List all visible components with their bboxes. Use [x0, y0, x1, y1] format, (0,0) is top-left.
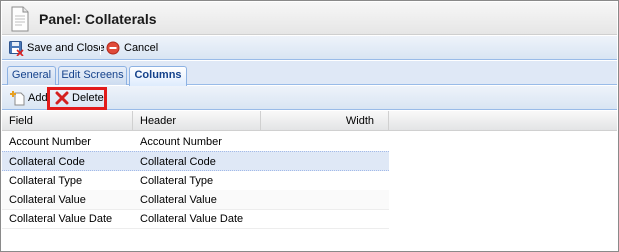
main-toolbar: Save and Close Cancel [2, 36, 617, 60]
cancel-button[interactable]: Cancel [106, 40, 158, 56]
column-header-field[interactable]: Field [2, 111, 133, 131]
document-icon [11, 6, 29, 32]
panel-window: Panel: Collaterals Save and Close Cancel… [0, 0, 619, 252]
save-and-close-label: Save and Close [27, 42, 105, 54]
table-row[interactable]: Account Number Account Number [2, 132, 389, 152]
tab-general[interactable]: General [7, 66, 56, 85]
column-header-width[interactable]: Width [261, 111, 389, 131]
table-row[interactable]: Collateral Value Date Collateral Value D… [2, 209, 389, 229]
tab-edit-screens[interactable]: Edit Screens [58, 66, 127, 85]
table-row[interactable]: Collateral Value Collateral Value [2, 190, 389, 210]
toolbar-separator [100, 41, 101, 55]
column-header-header[interactable]: Header [133, 111, 261, 131]
add-label: Add [28, 92, 48, 104]
cell-field: Collateral Value Date [9, 213, 113, 225]
tab-columns[interactable]: Columns [129, 66, 187, 86]
cell-width [261, 152, 268, 172]
cancel-label: Cancel [124, 42, 159, 54]
cancel-icon [106, 41, 120, 55]
grid-toolbar: Add Delete [2, 86, 617, 110]
cell-header: Collateral Code [140, 156, 216, 168]
cell-field: Account Number [9, 136, 91, 148]
add-button[interactable]: Add [10, 90, 48, 106]
cell-field: Collateral Type [9, 175, 83, 187]
delete-highlight-annotation [47, 87, 107, 110]
title-bar: Panel: Collaterals [2, 2, 617, 35]
columns-grid: Field Header Width Account Number Accoun… [2, 111, 617, 251]
cell-header: Collateral Value Date [140, 213, 244, 225]
page-title: Panel: Collaterals [39, 11, 157, 27]
cell-width [261, 190, 268, 210]
cell-width [261, 132, 268, 152]
cell-field: Collateral Value [9, 194, 86, 206]
cell-width [261, 209, 268, 229]
grid-header: Field Header Width [2, 111, 617, 131]
cell-header: Account Number [140, 136, 222, 148]
cell-field: Collateral Code [9, 156, 85, 168]
cell-header: Collateral Type [140, 175, 214, 187]
table-row[interactable]: Collateral Code Collateral Code [2, 151, 389, 171]
cell-width [261, 171, 268, 191]
save-and-close-button[interactable]: Save and Close [8, 40, 105, 56]
table-row[interactable]: Collateral Type Collateral Type [2, 171, 389, 191]
cell-header: Collateral Value [140, 194, 217, 206]
save-close-icon [9, 41, 24, 56]
tab-strip: General Edit Screens Columns [2, 61, 617, 86]
add-icon [10, 91, 25, 106]
